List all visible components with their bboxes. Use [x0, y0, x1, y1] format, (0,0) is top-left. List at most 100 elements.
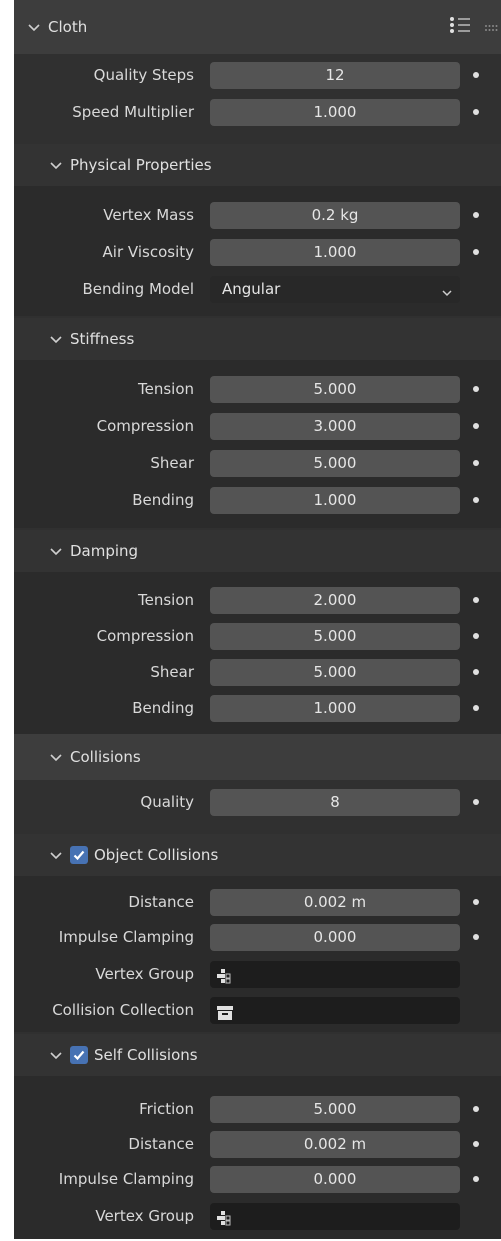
keyframe-dot-icon[interactable] [473, 669, 479, 675]
object-vertex-group-field[interactable] [210, 961, 460, 988]
keyframe-dot-icon[interactable] [473, 934, 479, 940]
shear-label: Shear [150, 454, 194, 472]
self-impulse-clamping-row: Impulse Clamping 0.000 [14, 1166, 501, 1193]
stiffness-header[interactable]: Stiffness [14, 318, 501, 360]
quality-steps-label: Quality Steps [93, 66, 194, 84]
object-vertex-group-row: Vertex Group [14, 961, 501, 988]
air-viscosity-field[interactable]: 1.000 [210, 239, 460, 266]
keyframe-dot-icon[interactable] [473, 249, 479, 255]
keyframe-dot-icon[interactable] [473, 705, 479, 711]
air-viscosity-row: Air Viscosity 1.000 [14, 239, 501, 266]
compression-label: Compression [96, 417, 194, 435]
stiffness-title: Stiffness [70, 330, 135, 348]
stiffness-shear-field[interactable]: 5.000 [210, 450, 460, 477]
collision-quality-field[interactable]: 8 [210, 789, 460, 816]
vertex-group-label: Vertex Group [95, 1207, 194, 1225]
vertex-mass-label: Vertex Mass [103, 206, 194, 224]
panel-title: Cloth [48, 18, 88, 36]
damping-shear-row: Shear 5.000 [14, 659, 501, 686]
cloth-properties-panel: Cloth Quality Steps 12 Speed Multiplier … [14, 0, 501, 1239]
collisions-header[interactable]: Collisions [14, 734, 501, 780]
keyframe-dot-icon[interactable] [473, 109, 479, 115]
keyframe-dot-icon[interactable] [473, 212, 479, 218]
keyframe-dot-icon[interactable] [473, 799, 479, 805]
chevron-down-icon [48, 749, 64, 765]
drag-handle-icon[interactable] [485, 18, 499, 36]
vertex-group-icon [216, 1208, 232, 1235]
physical-properties-header[interactable]: Physical Properties [14, 144, 501, 186]
vertex-mass-field[interactable]: 0.2 kg [210, 202, 460, 229]
chevron-down-icon [48, 1047, 64, 1063]
header-icons [449, 0, 501, 54]
chevron-down-icon [440, 282, 454, 309]
vertex-mass-row: Vertex Mass 0.2 kg [14, 202, 501, 229]
keyframe-dot-icon[interactable] [473, 1106, 479, 1112]
self-distance-row: Distance 0.002 m [14, 1131, 501, 1158]
damping-compression-field[interactable]: 5.000 [210, 623, 460, 650]
object-impulse-clamping-row: Impulse Clamping 0.000 [14, 924, 501, 951]
self-collisions-header[interactable]: Self Collisions [14, 1034, 501, 1076]
self-friction-field[interactable]: 5.000 [210, 1096, 460, 1123]
presets-list-icon[interactable] [449, 15, 471, 39]
stiffness-shear-row: Shear 5.000 [14, 450, 501, 477]
damping-header[interactable]: Damping [14, 530, 501, 572]
keyframe-dot-icon[interactable] [473, 72, 479, 78]
stiffness-tension-row: Tension 5.000 [14, 376, 501, 403]
self-vertex-group-row: Vertex Group [14, 1203, 501, 1230]
self-distance-field[interactable]: 0.002 m [210, 1131, 460, 1158]
chevron-down-icon [48, 157, 64, 173]
vertex-group-icon [216, 966, 232, 993]
bending-label: Bending [132, 699, 194, 717]
keyframe-dot-icon[interactable] [473, 899, 479, 905]
distance-label: Distance [128, 893, 194, 911]
object-collisions-header[interactable]: Object Collisions [14, 834, 501, 876]
keyframe-dot-icon[interactable] [473, 633, 479, 639]
shear-label: Shear [150, 663, 194, 681]
keyframe-dot-icon[interactable] [473, 386, 479, 392]
stiffness-bending-field[interactable]: 1.000 [210, 487, 460, 514]
bending-label: Bending [132, 491, 194, 509]
impulse-clamping-label: Impulse Clamping [58, 928, 194, 946]
self-collisions-title: Self Collisions [94, 1046, 198, 1064]
damping-bending-row: Bending 1.000 [14, 695, 501, 722]
collision-quality-row: Quality 8 [14, 789, 501, 816]
keyframe-dot-icon[interactable] [473, 423, 479, 429]
bending-model-dropdown[interactable]: Angular [210, 276, 460, 303]
keyframe-dot-icon[interactable] [473, 597, 479, 603]
stiffness-compression-row: Compression 3.000 [14, 413, 501, 440]
chevron-down-icon [26, 19, 42, 35]
object-distance-field[interactable]: 0.002 m [210, 889, 460, 916]
collision-collection-label: Collision Collection [52, 1001, 194, 1019]
collision-collection-row: Collision Collection [14, 997, 501, 1024]
stiffness-bending-row: Bending 1.000 [14, 487, 501, 514]
bending-model-row: Bending Model Angular [14, 276, 501, 303]
object-collisions-title: Object Collisions [94, 846, 219, 864]
chevron-down-icon [48, 331, 64, 347]
compression-label: Compression [96, 627, 194, 645]
quality-steps-field[interactable]: 12 [210, 62, 460, 89]
collisions-title: Collisions [70, 748, 141, 766]
bending-model-value: Angular [222, 280, 281, 298]
stiffness-tension-field[interactable]: 5.000 [210, 376, 460, 403]
friction-label: Friction [139, 1100, 194, 1118]
tension-label: Tension [137, 591, 194, 609]
damping-shear-field[interactable]: 5.000 [210, 659, 460, 686]
self-vertex-group-field[interactable] [210, 1203, 460, 1230]
object-impulse-clamping-field[interactable]: 0.000 [210, 924, 460, 951]
self-impulse-clamping-field[interactable]: 0.000 [210, 1166, 460, 1193]
keyframe-dot-icon[interactable] [473, 497, 479, 503]
vertex-group-label: Vertex Group [95, 965, 194, 983]
damping-bending-field[interactable]: 1.000 [210, 695, 460, 722]
keyframe-dot-icon[interactable] [473, 1176, 479, 1182]
keyframe-dot-icon[interactable] [473, 460, 479, 466]
keyframe-dot-icon[interactable] [473, 1141, 479, 1147]
collision-collection-field[interactable] [210, 997, 460, 1024]
cloth-panel-header[interactable]: Cloth [14, 0, 501, 54]
collection-icon [216, 1003, 234, 1030]
chevron-down-icon [48, 847, 64, 863]
speed-multiplier-field[interactable]: 1.000 [210, 99, 460, 126]
damping-tension-field[interactable]: 2.000 [210, 587, 460, 614]
self-collisions-checkbox[interactable] [70, 1046, 88, 1064]
stiffness-compression-field[interactable]: 3.000 [210, 413, 460, 440]
object-collisions-checkbox[interactable] [70, 846, 88, 864]
